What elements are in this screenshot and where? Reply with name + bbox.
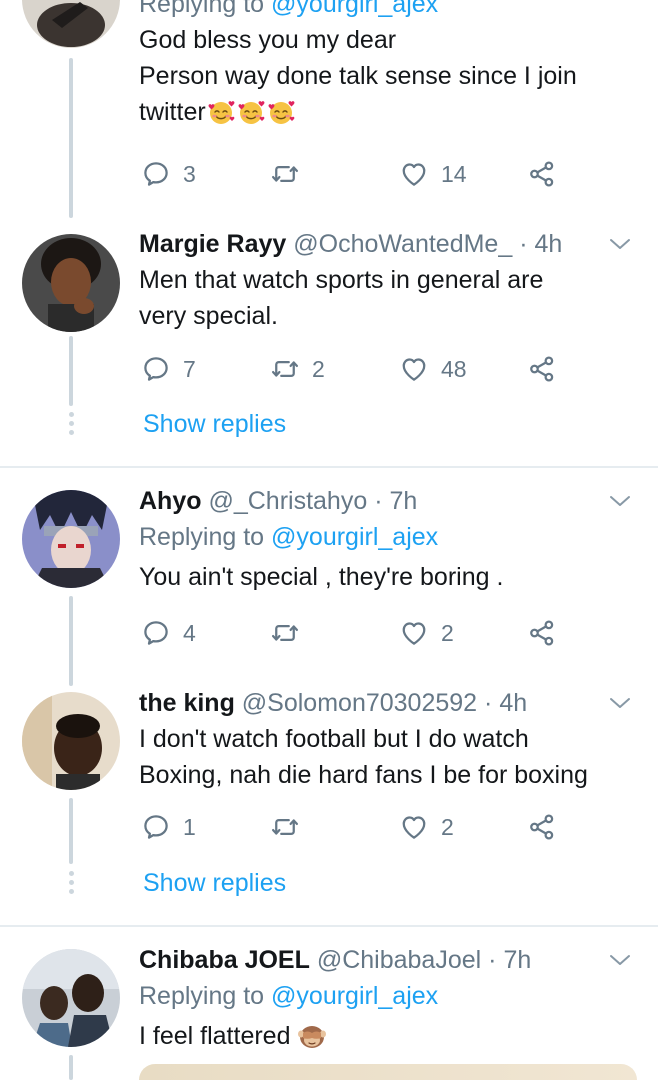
- reply-button[interactable]: 1: [141, 809, 196, 845]
- reply-to-mention[interactable]: @yourgirl_ajex: [271, 0, 438, 18]
- retweet-count: 2: [312, 355, 325, 382]
- divider: [0, 466, 658, 468]
- thread-connector: [69, 596, 73, 686]
- share-button[interactable]: [527, 156, 557, 192]
- thread-connector: [69, 336, 73, 406]
- like-button[interactable]: 2: [399, 809, 454, 845]
- display-name[interactable]: Margie Rayy: [139, 230, 286, 258]
- avatar[interactable]: [22, 0, 120, 48]
- display-name[interactable]: Chibaba JOEL: [139, 946, 310, 974]
- like-button[interactable]: 48: [399, 351, 467, 387]
- user-handle[interactable]: @Solomon70302592: [242, 689, 477, 717]
- show-replies-link[interactable]: Show replies: [143, 410, 286, 439]
- media-preview[interactable]: [139, 1064, 637, 1080]
- user-handle[interactable]: @OchoWantedMe_: [293, 230, 512, 258]
- retweet-icon: [270, 159, 300, 189]
- reply-count: 4: [183, 619, 196, 646]
- display-name[interactable]: Ahyo: [139, 487, 202, 515]
- heart-icon: [399, 159, 429, 189]
- reply-to-mention[interactable]: @yourgirl_ajex: [271, 523, 438, 551]
- reply-to-line: Replying to @yourgirl_ajex: [139, 0, 638, 22]
- divider: [0, 925, 658, 927]
- chevron-down-icon[interactable]: [608, 236, 632, 252]
- chevron-down-icon[interactable]: [608, 952, 632, 968]
- timestamp: 4h: [534, 230, 563, 258]
- reply-count: 3: [183, 160, 196, 187]
- timestamp: 7h: [503, 946, 532, 974]
- reply-to-line: Replying to @yourgirl_ajex: [139, 982, 439, 1010]
- share-icon: [527, 354, 557, 384]
- reply-icon: [141, 159, 171, 189]
- reply-button[interactable]: 3: [141, 156, 196, 192]
- avatar[interactable]: [22, 692, 120, 790]
- heart-icon: [399, 354, 429, 384]
- like-count: 14: [441, 160, 467, 187]
- share-button[interactable]: [527, 351, 557, 387]
- tweet-header: Margie Rayy @OchoWantedMe_ · 4h: [139, 230, 563, 258]
- thread-connector: [69, 798, 73, 864]
- like-count: 2: [441, 619, 454, 646]
- retweet-button[interactable]: [270, 809, 312, 845]
- display-name[interactable]: the king: [139, 689, 235, 717]
- reply-count: 7: [183, 355, 196, 382]
- tweet-text: Men that watch sports in general are ver…: [139, 266, 544, 330]
- reply-button[interactable]: 4: [141, 615, 196, 651]
- retweet-button[interactable]: [270, 615, 312, 651]
- user-handle[interactable]: @_Christahyo: [208, 487, 367, 515]
- tweet-text: I don't watch football but I do watch Bo…: [139, 725, 588, 789]
- reply-icon: [141, 354, 171, 384]
- reply-icon: [141, 618, 171, 648]
- tweet-header: Chibaba JOEL @ChibabaJoel · 7h: [139, 946, 532, 974]
- timestamp: 7h: [389, 487, 418, 515]
- show-replies-link[interactable]: Show replies: [143, 869, 286, 898]
- like-count: 2: [441, 813, 454, 840]
- thread-connector: [69, 58, 73, 218]
- retweet-button[interactable]: [270, 156, 312, 192]
- smiling-face-with-hearts-icon: [236, 99, 266, 125]
- tweet-header: Ahyo @_Christahyo · 7h: [139, 487, 418, 515]
- smiling-face-with-hearts-icon: [266, 99, 296, 125]
- like-button[interactable]: 14: [399, 156, 467, 192]
- more-replies-dots: [67, 412, 75, 439]
- share-icon: [527, 618, 557, 648]
- share-icon: [527, 159, 557, 189]
- timestamp: 4h: [499, 689, 528, 717]
- tweet-text: I feel flattered: [139, 1018, 638, 1054]
- user-handle[interactable]: @ChibabaJoel: [317, 946, 481, 974]
- smiling-face-with-hearts-icon: [206, 99, 236, 125]
- heart-icon: [399, 812, 429, 842]
- tweet-text: God bless you my dear Person way done ta…: [139, 26, 577, 126]
- avatar[interactable]: [22, 234, 120, 332]
- reply-to-mention[interactable]: @yourgirl_ajex: [271, 982, 438, 1010]
- reply-icon: [141, 812, 171, 842]
- share-button[interactable]: [527, 809, 557, 845]
- thread-connector: [69, 1055, 73, 1080]
- chevron-down-icon[interactable]: [608, 695, 632, 711]
- retweet-icon: [270, 618, 300, 648]
- retweet-icon: [270, 354, 300, 384]
- avatar[interactable]: [22, 490, 120, 588]
- reply-button[interactable]: 7: [141, 351, 196, 387]
- see-no-evil-monkey-icon: [297, 1023, 327, 1049]
- share-icon: [527, 812, 557, 842]
- retweet-button[interactable]: 2: [270, 351, 325, 387]
- chevron-down-icon[interactable]: [608, 493, 632, 509]
- tweet-header: the king @Solomon70302592 · 4h: [139, 689, 528, 717]
- more-replies-dots: [67, 871, 75, 898]
- reply-count: 1: [183, 813, 196, 840]
- reply-to-line: Replying to @yourgirl_ajex: [139, 523, 439, 551]
- like-button[interactable]: 2: [399, 615, 454, 651]
- avatar[interactable]: [22, 949, 120, 1047]
- tweet-text: You ain't special , they're boring .: [139, 563, 504, 591]
- like-count: 48: [441, 355, 467, 382]
- heart-icon: [399, 618, 429, 648]
- retweet-icon: [270, 812, 300, 842]
- share-button[interactable]: [527, 615, 557, 651]
